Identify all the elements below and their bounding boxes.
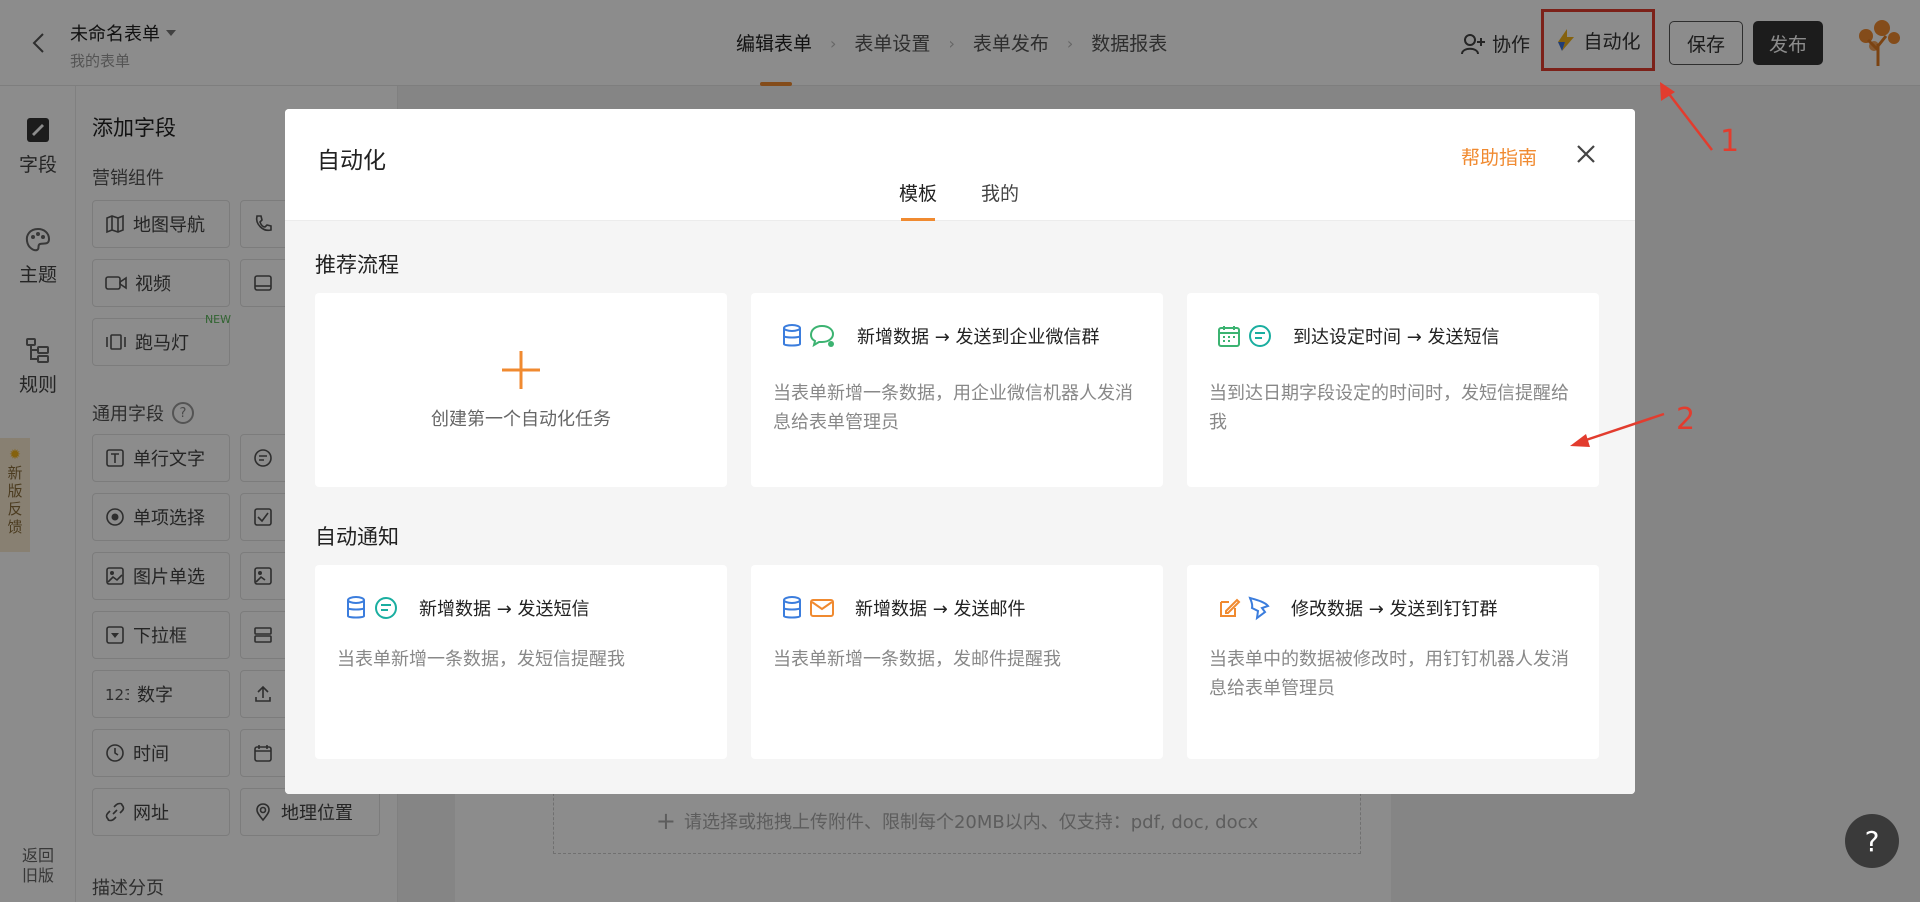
annotation-number-2: 2 — [1676, 402, 1696, 437]
automation-modal: 自动化 模板 我的 帮助指南 推荐流程 创建第一个自动化任务 新增数据 → 发送… — [285, 109, 1635, 794]
modal-tabs: 模板 我的 — [899, 179, 1019, 221]
card-description: 当表单新增一条数据，用企业微信机器人发消息给表单管理员 — [773, 383, 1133, 433]
card-name: 新增数据 → 发送短信 — [419, 599, 590, 620]
card-description: 当表单新增一条数据，发邮件提醒我 — [773, 649, 1061, 670]
card-name: 新增数据 → 发送邮件 — [855, 599, 1026, 620]
sms-icon — [375, 597, 397, 619]
card-header: 到达设定时间 → 发送短信 — [1217, 323, 1500, 349]
sms-icon — [1249, 325, 1271, 347]
card-header: 修改数据 → 发送到钉钉群 — [1217, 595, 1498, 621]
close-icon — [1577, 145, 1595, 163]
tab-mine[interactable]: 我的 — [981, 179, 1019, 221]
help-fab-button[interactable]: ? — [1845, 814, 1899, 868]
template-card[interactable]: 新增数据 → 发送短信 当表单新增一条数据，发短信提醒我 — [315, 565, 727, 759]
card-description: 当到达日期字段设定的时间时，发短信提醒给我 — [1209, 383, 1569, 433]
template-card[interactable]: 修改数据 → 发送到钉钉群 当表单中的数据被修改时，用钉钉机器人发消息给表单管理… — [1187, 565, 1599, 759]
database-icon — [347, 596, 365, 619]
database-icon — [783, 324, 801, 347]
notify-title: 自动通知 — [315, 525, 399, 549]
card-header: 新增数据 → 发送邮件 — [781, 595, 1026, 621]
annotation-number-1: 1 — [1720, 124, 1740, 159]
calendar-icon — [1218, 326, 1240, 347]
edit-icon — [1220, 598, 1241, 617]
card-name: 修改数据 → 发送到钉钉群 — [1291, 599, 1498, 620]
modal-title: 自动化 — [317, 148, 386, 174]
card-name: 到达设定时间 → 发送短信 — [1293, 327, 1500, 348]
create-label: 创建第一个自动化任务 — [431, 409, 611, 430]
database-icon — [783, 596, 801, 619]
template-card[interactable]: 新增数据 → 发送到企业微信群 当表单新增一条数据，用企业微信机器人发消息给表单… — [751, 293, 1163, 487]
close-button[interactable] — [1575, 143, 1601, 169]
create-first-task-card[interactable]: 创建第一个自动化任务 — [315, 293, 727, 487]
dingtalk-icon — [1248, 596, 1270, 621]
help-guide-link[interactable]: 帮助指南 — [1461, 143, 1537, 170]
modal-header: 自动化 模板 我的 帮助指南 — [285, 109, 1635, 221]
card-description: 当表单新增一条数据，发短信提醒我 — [337, 649, 625, 670]
recommended-title: 推荐流程 — [315, 253, 399, 277]
plus-icon — [502, 351, 540, 389]
template-card[interactable]: 新增数据 → 发送邮件 当表单新增一条数据，发邮件提醒我 — [751, 565, 1163, 759]
tab-templates[interactable]: 模板 — [899, 179, 937, 221]
card-name: 新增数据 → 发送到企业微信群 — [857, 327, 1100, 348]
modal-body: 推荐流程 创建第一个自动化任务 新增数据 → 发送到企业微信群 当表单新增一条数… — [285, 221, 1635, 794]
wecom-icon — [809, 324, 835, 348]
card-description: 当表单中的数据被修改时，用钉钉机器人发消息给表单管理员 — [1209, 649, 1569, 699]
template-card[interactable]: 到达设定时间 → 发送短信 当到达日期字段设定的时间时，发短信提醒给我 — [1187, 293, 1599, 487]
card-header: 新增数据 → 发送短信 — [345, 595, 590, 621]
card-header: 新增数据 → 发送到企业微信群 — [781, 323, 1100, 349]
mail-icon — [810, 599, 834, 617]
